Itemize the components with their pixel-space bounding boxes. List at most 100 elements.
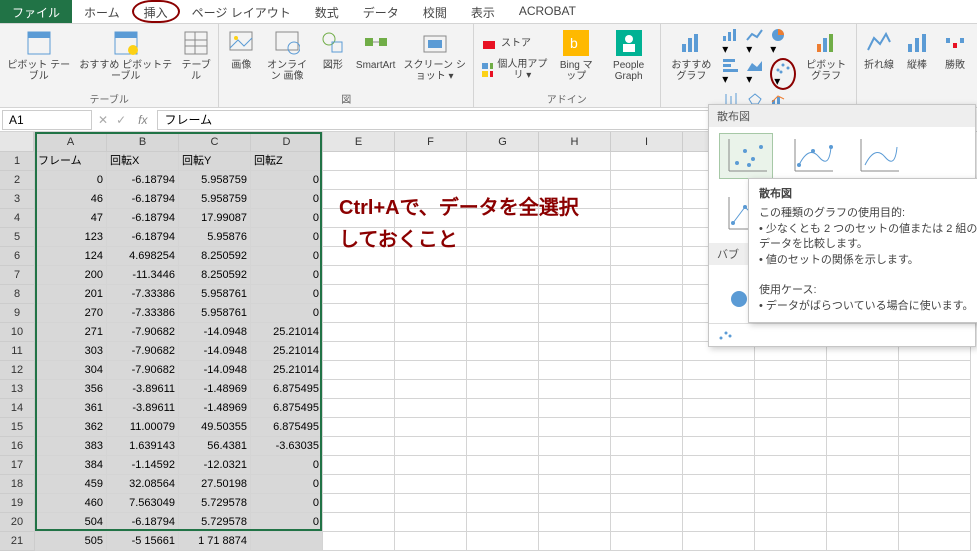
cell[interactable] <box>899 475 971 494</box>
cell[interactable] <box>467 475 539 494</box>
cell[interactable] <box>611 266 683 285</box>
tab-formulas[interactable]: 数式 <box>303 0 351 23</box>
cell[interactable]: 0 <box>251 228 323 247</box>
cell[interactable] <box>899 532 971 551</box>
cell[interactable] <box>395 380 467 399</box>
cell[interactable] <box>539 266 611 285</box>
cell[interactable] <box>755 456 827 475</box>
chart-pie-icon[interactable]: ▾ <box>770 28 788 56</box>
btn-table[interactable]: テーブル <box>178 26 214 90</box>
row-header[interactable]: 21 <box>0 532 34 551</box>
cell[interactable]: 回転X <box>107 152 179 171</box>
cell[interactable] <box>611 456 683 475</box>
chart-scatter-button[interactable]: ▾ <box>770 58 796 90</box>
cell[interactable] <box>323 323 395 342</box>
row-header[interactable]: 15 <box>0 418 34 437</box>
cell[interactable]: 8.250592 <box>179 266 251 285</box>
cell[interactable]: -6.18794 <box>107 209 179 228</box>
cell[interactable]: 27.50198 <box>179 475 251 494</box>
cell[interactable] <box>395 266 467 285</box>
cell[interactable]: -3.89611 <box>107 380 179 399</box>
col-header-H[interactable]: H <box>539 132 611 152</box>
chart-area-icon[interactable]: ▾ <box>746 58 764 90</box>
cell[interactable] <box>323 152 395 171</box>
row-header[interactable]: 9 <box>0 304 34 323</box>
cell[interactable] <box>539 513 611 532</box>
cell[interactable]: 200 <box>35 266 107 285</box>
cell[interactable]: 5.729578 <box>179 494 251 513</box>
cell[interactable] <box>899 399 971 418</box>
fx-icon[interactable]: fx <box>130 113 155 127</box>
row-header[interactable]: 20 <box>0 513 34 532</box>
chart-bar-icon[interactable]: ▾ <box>722 28 740 56</box>
cell[interactable] <box>755 513 827 532</box>
cell[interactable]: 4.698254 <box>107 247 179 266</box>
cell[interactable] <box>323 285 395 304</box>
cell[interactable] <box>323 399 395 418</box>
cell[interactable] <box>323 171 395 190</box>
cell[interactable] <box>611 418 683 437</box>
cell[interactable] <box>395 361 467 380</box>
cell[interactable]: フレーム <box>35 152 107 171</box>
cell[interactable]: -14.0948 <box>179 361 251 380</box>
cell[interactable]: -6.18794 <box>107 513 179 532</box>
cell[interactable] <box>683 532 755 551</box>
cell[interactable] <box>467 437 539 456</box>
cell[interactable] <box>467 513 539 532</box>
cell[interactable]: 304 <box>35 361 107 380</box>
cell[interactable]: -1.48969 <box>179 380 251 399</box>
row-header[interactable]: 8 <box>0 285 34 304</box>
fx-cancel-icon[interactable]: ✕ <box>94 113 112 127</box>
cell[interactable]: 6.875495 <box>251 380 323 399</box>
cell[interactable] <box>323 437 395 456</box>
row-header[interactable]: 19 <box>0 494 34 513</box>
btn-myapps[interactable]: 個人用アプリ ▾ <box>478 57 551 83</box>
more-scatter-charts[interactable] <box>709 323 975 346</box>
cell[interactable] <box>611 532 683 551</box>
row-header[interactable]: 17 <box>0 456 34 475</box>
row-header[interactable]: 6 <box>0 247 34 266</box>
row-header[interactable]: 10 <box>0 323 34 342</box>
cell[interactable] <box>323 456 395 475</box>
cell[interactable] <box>539 475 611 494</box>
cell[interactable]: 362 <box>35 418 107 437</box>
cell[interactable]: -6.18794 <box>107 171 179 190</box>
cell[interactable]: 383 <box>35 437 107 456</box>
cell[interactable] <box>539 171 611 190</box>
cell[interactable] <box>539 494 611 513</box>
tab-home[interactable]: ホーム <box>72 0 132 23</box>
cell[interactable] <box>323 304 395 323</box>
cell[interactable]: 0 <box>251 266 323 285</box>
btn-shapes[interactable]: 図形 <box>315 26 351 90</box>
cell[interactable]: 6.875495 <box>251 399 323 418</box>
cell[interactable] <box>323 361 395 380</box>
cell[interactable] <box>899 513 971 532</box>
row-header[interactable]: 7 <box>0 266 34 285</box>
cell[interactable]: 303 <box>35 342 107 361</box>
cell[interactable] <box>539 152 611 171</box>
cell[interactable] <box>611 247 683 266</box>
cell[interactable] <box>683 513 755 532</box>
cell[interactable] <box>467 532 539 551</box>
cell[interactable]: -14.0948 <box>179 342 251 361</box>
tab-insert[interactable]: 挿入 <box>132 0 180 23</box>
cell[interactable]: 1.639143 <box>107 437 179 456</box>
cell[interactable]: 回転Z <box>251 152 323 171</box>
cell[interactable] <box>899 494 971 513</box>
cell[interactable] <box>323 494 395 513</box>
cell[interactable] <box>467 342 539 361</box>
cell[interactable]: 0 <box>251 494 323 513</box>
scatter-smooth-lines-option[interactable] <box>851 133 905 179</box>
cell[interactable]: -7.90682 <box>107 323 179 342</box>
cell[interactable]: 123 <box>35 228 107 247</box>
cell[interactable] <box>467 304 539 323</box>
cell[interactable]: 0 <box>35 171 107 190</box>
row-header[interactable]: 18 <box>0 475 34 494</box>
btn-store[interactable]: ストア <box>478 33 551 53</box>
cell[interactable] <box>323 532 395 551</box>
cell[interactable] <box>611 399 683 418</box>
cell[interactable]: 46 <box>35 190 107 209</box>
cell[interactable]: 25.21014 <box>251 342 323 361</box>
cell[interactable]: -1.14592 <box>107 456 179 475</box>
row-header[interactable]: 11 <box>0 342 34 361</box>
